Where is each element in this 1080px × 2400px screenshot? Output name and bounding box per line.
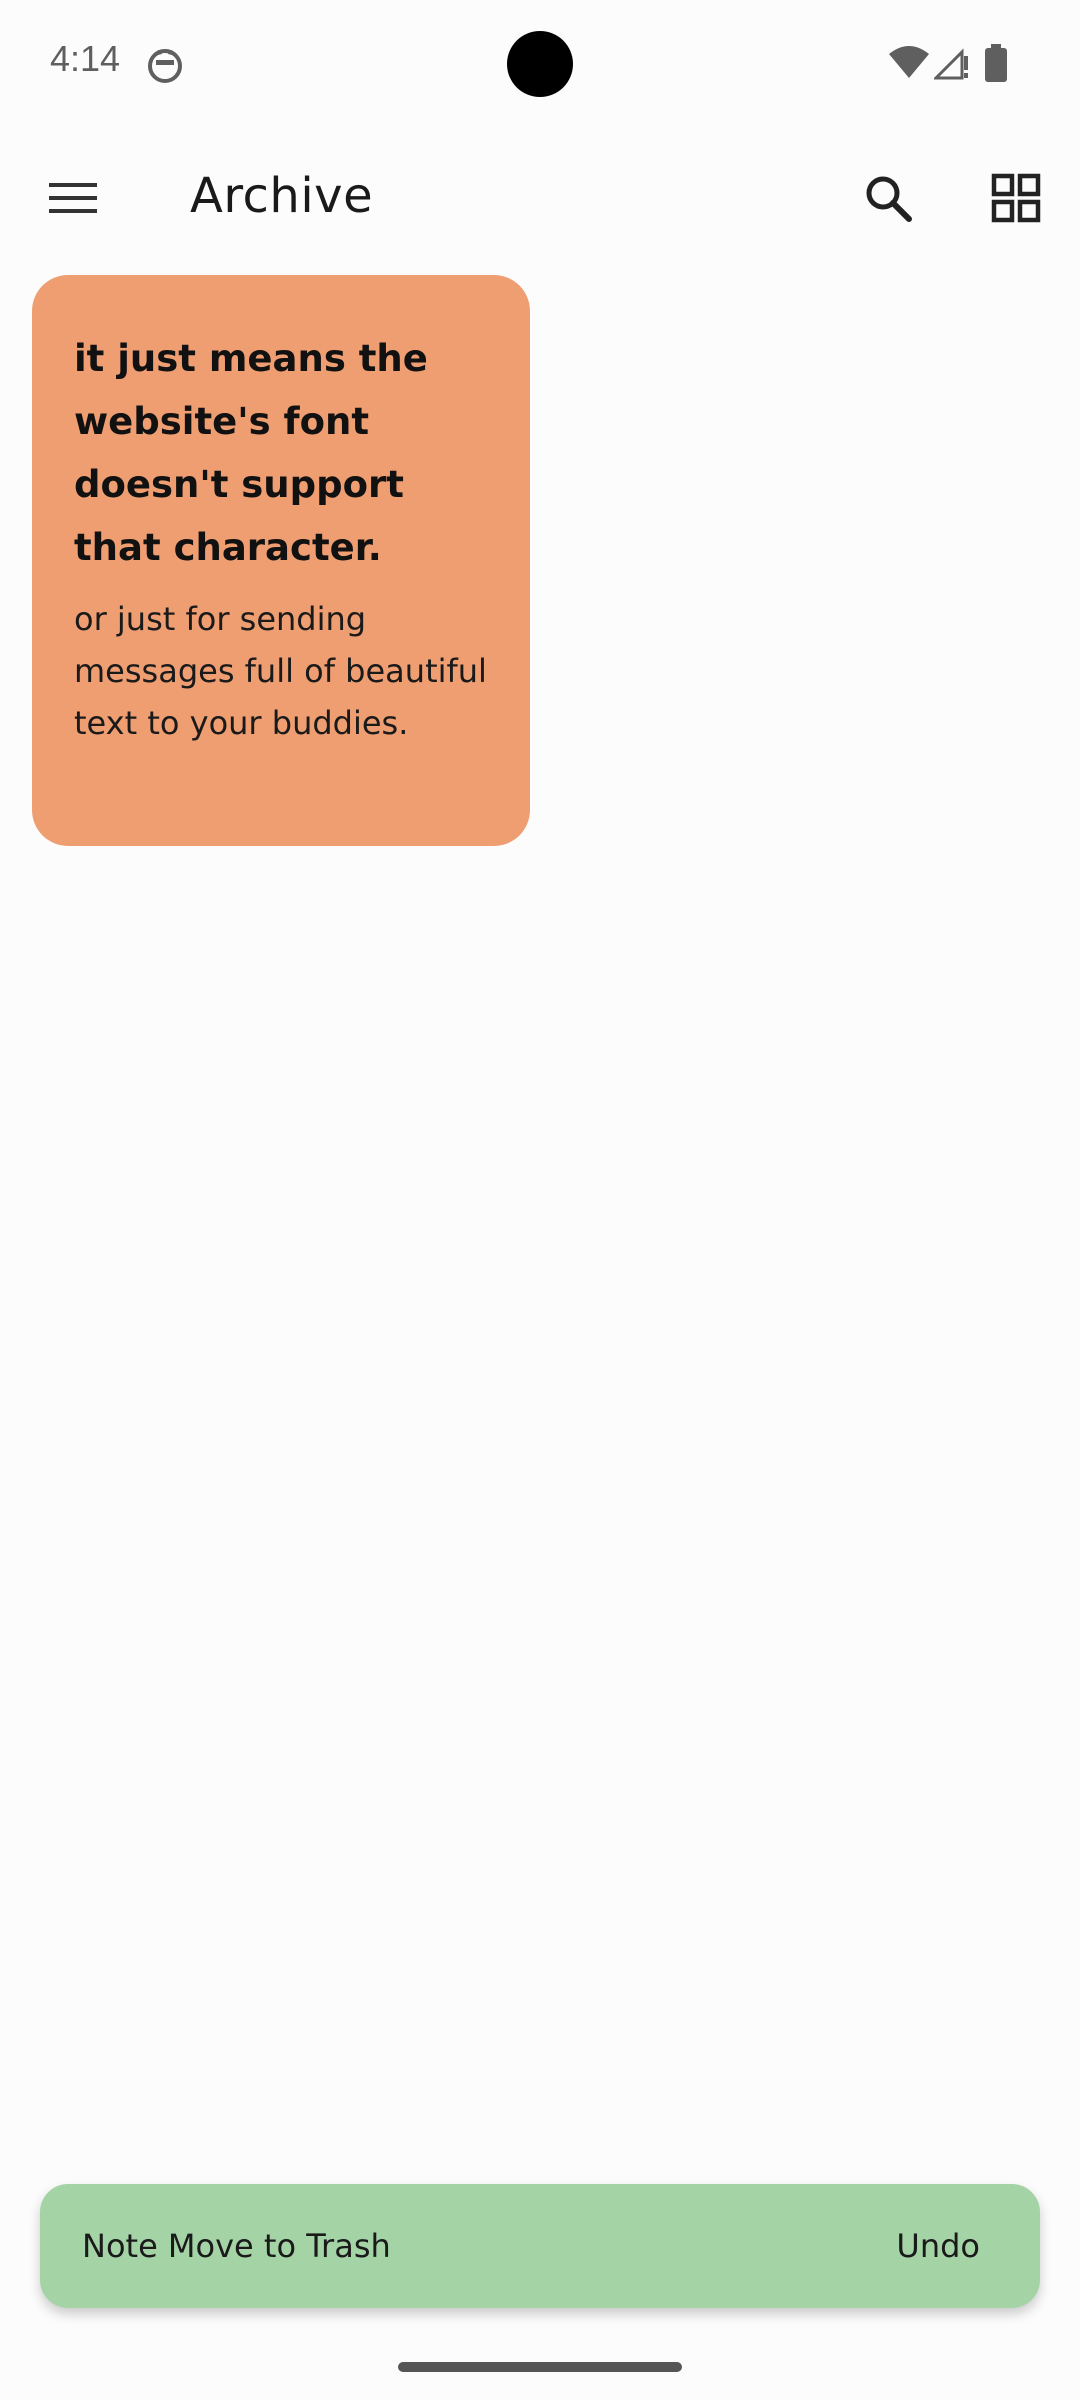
snackbar-message: Note Move to Trash <box>82 2227 391 2265</box>
status-bar: 4:14 <box>0 0 1080 128</box>
search-icon <box>863 173 913 227</box>
camera-cutout <box>507 31 573 97</box>
app-bar: Archive <box>0 140 1080 260</box>
wifi-icon <box>888 44 930 80</box>
battery-icon <box>984 44 1008 82</box>
menu-button[interactable] <box>36 170 110 230</box>
page-title: Archive <box>190 168 374 224</box>
note-title: it just means the website's font doesn't… <box>74 337 428 569</box>
layout-toggle-button[interactable] <box>984 168 1048 232</box>
search-button[interactable] <box>856 168 920 232</box>
note-body: or just for sending messages full of bea… <box>74 600 487 742</box>
hamburger-menu-icon <box>48 180 98 220</box>
archive-screen: 4:14 Archive it just means the website's… <box>0 0 1080 2400</box>
snackbar: Note Move to Trash Undo <box>40 2184 1040 2308</box>
grid-view-icon <box>991 173 1041 227</box>
status-time: 4:14 <box>50 38 121 79</box>
cat-face-icon <box>146 46 184 84</box>
gesture-navigation-bar[interactable] <box>398 2362 682 2372</box>
undo-button[interactable]: Undo <box>886 2217 990 2275</box>
cellular-signal-icon <box>932 44 970 80</box>
note-card[interactable]: it just means the website's font doesn't… <box>32 275 530 846</box>
